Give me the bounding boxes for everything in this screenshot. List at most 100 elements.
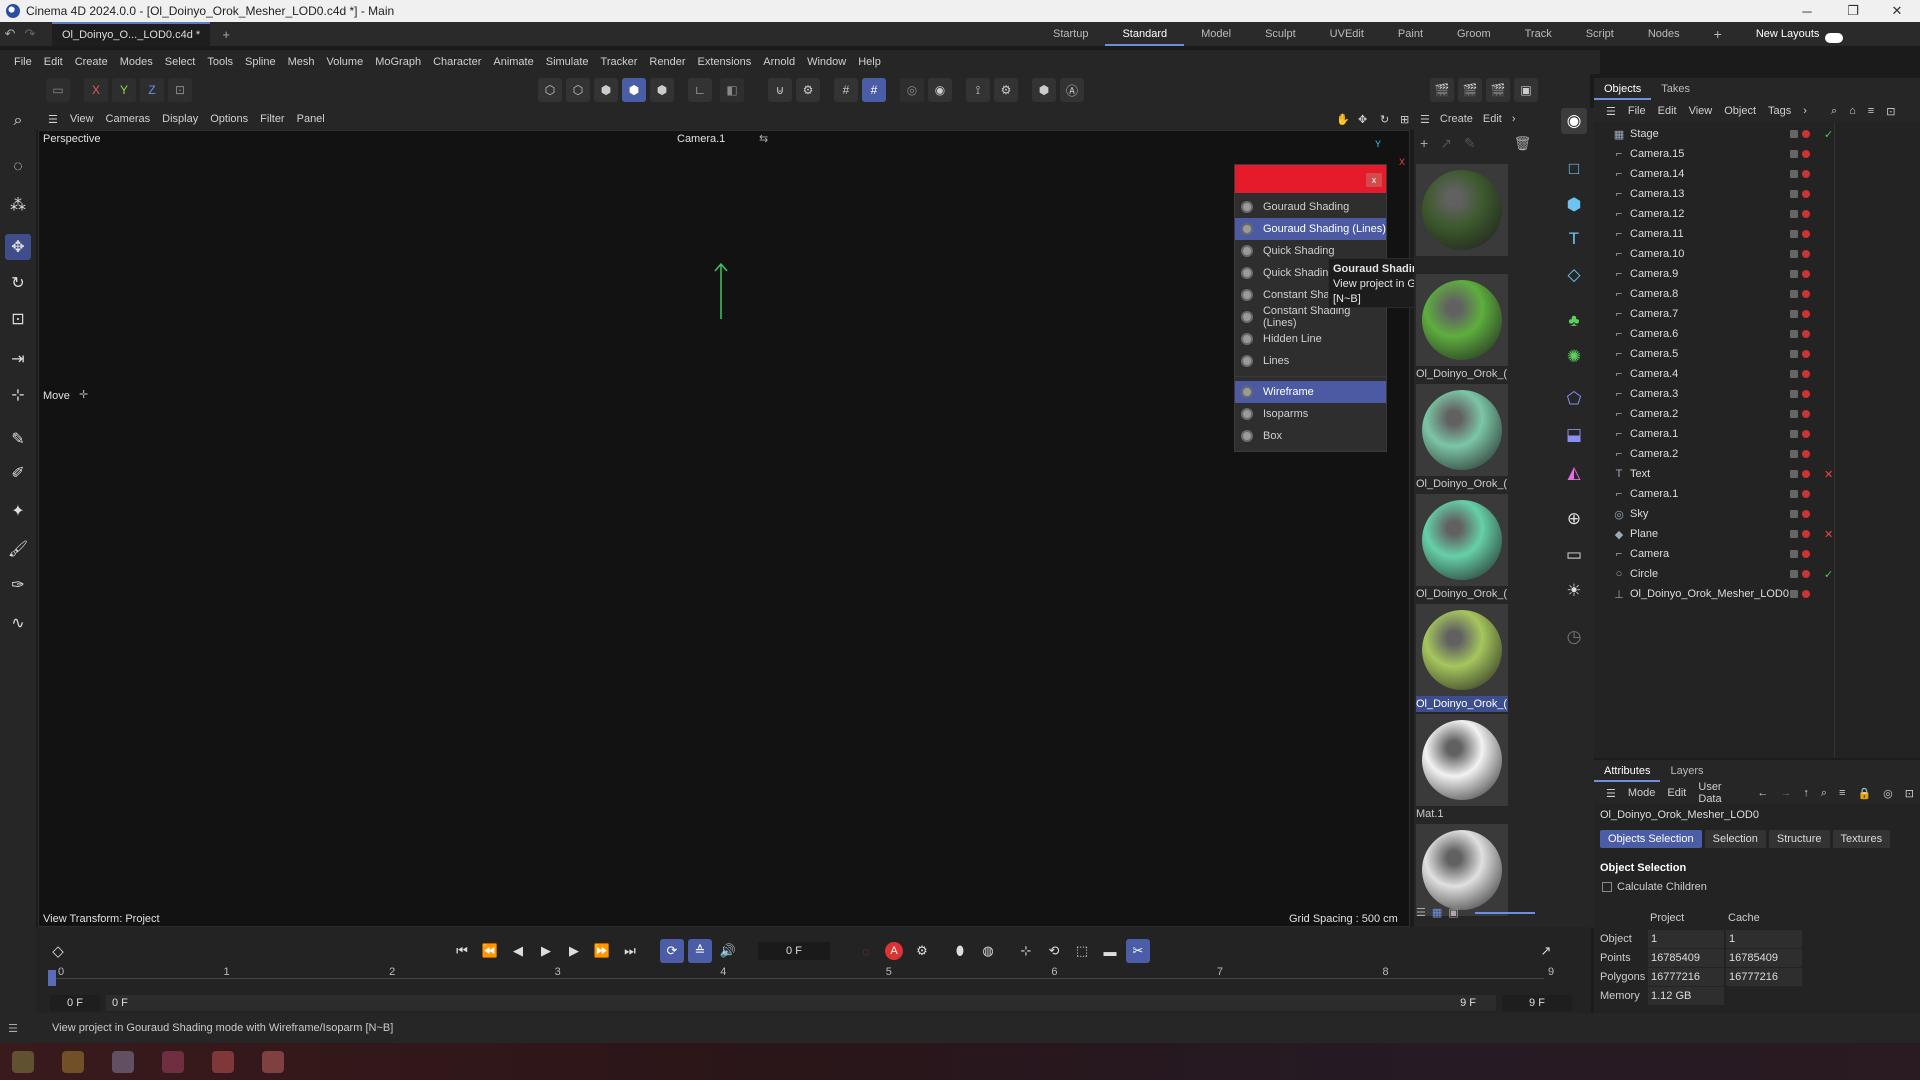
polygon-pen-icon[interactable]: ✦ [5, 498, 31, 524]
current-frame-field[interactable]: 0 F [758, 942, 830, 960]
taskbar-app-icon[interactable] [62, 1051, 84, 1073]
object-visibility-flags[interactable] [1790, 450, 1810, 458]
render-view-icon[interactable]: ◉ [928, 78, 952, 102]
edit-flag-icon[interactable] [1790, 230, 1798, 238]
workplane-grid-icon[interactable]: # [862, 78, 886, 102]
material-menu-more-icon[interactable]: › [1512, 113, 1516, 125]
object-menu-edit[interactable]: Edit [1652, 105, 1683, 117]
render-dot-icon[interactable] [1802, 270, 1810, 278]
volume-icon[interactable]: ◭ [1561, 460, 1587, 486]
shading-item[interactable]: Isoparms [1235, 403, 1386, 425]
back-arrow-icon[interactable]: ← [1751, 787, 1774, 799]
add-tab-button[interactable]: + [216, 27, 236, 42]
shading-item[interactable]: Gouraud Shading (Lines) [1235, 218, 1386, 240]
object-mode-icon[interactable]: ▭ [46, 78, 70, 102]
environment-icon[interactable]: ⊕ [1561, 506, 1587, 532]
key-scale-icon[interactable]: ⊹ [1014, 939, 1038, 963]
object-visibility-flags[interactable] [1790, 210, 1810, 218]
layout-tab-uvedit[interactable]: UVEdit [1313, 22, 1381, 46]
keyframe-diamond-icon[interactable]: ◇ [46, 939, 70, 963]
object-menu-view[interactable]: View [1683, 105, 1719, 117]
object-row[interactable]: ⌐ Camera.11 [1594, 224, 1920, 244]
preview-range-bar[interactable]: 0 F 9 F [106, 995, 1496, 1011]
coordinate-system-icon[interactable]: ⊡ [168, 78, 192, 102]
render-dot-icon[interactable] [1802, 130, 1810, 138]
object-enabled-icon[interactable]: ✓ [1824, 128, 1833, 141]
render-dot-icon[interactable] [1802, 290, 1810, 298]
render-dot-icon[interactable] [1802, 310, 1810, 318]
close-button[interactable]: ✕ [1874, 0, 1920, 22]
render-dot-icon[interactable] [1802, 510, 1810, 518]
material-swatch[interactable]: Ol_Doinyo_Orok_( [1416, 604, 1508, 712]
menu-volume[interactable]: Volume [321, 56, 370, 68]
object-visibility-flags[interactable] [1790, 290, 1810, 298]
object-row[interactable]: ⌐ Camera.3 [1594, 384, 1920, 404]
object-visibility-flags[interactable] [1790, 410, 1810, 418]
attribute-menu-icon[interactable]: ☰ [1600, 787, 1622, 800]
object-row[interactable]: ⌐ Camera.1 [1594, 424, 1920, 444]
playhead[interactable] [48, 970, 56, 986]
object-row[interactable]: ◆ Plane ✕ [1594, 524, 1920, 544]
attribute-menu-user-data[interactable]: User Data [1692, 781, 1743, 805]
edit-flag-icon[interactable] [1790, 210, 1798, 218]
edit-flag-icon[interactable] [1790, 410, 1798, 418]
tab-objects[interactable]: Objects [1594, 78, 1652, 100]
perspective-viewport[interactable]: Perspective Camera.1 ⇆ Move ✛ Y X View T… [38, 130, 1410, 927]
material-menu-edit[interactable]: Edit [1483, 113, 1502, 125]
edit-flag-icon[interactable] [1790, 570, 1798, 578]
material-swatch[interactable]: Ol_Doinyo_Orok_( [1416, 384, 1508, 492]
thumbnail-size-slider[interactable] [1474, 912, 1535, 914]
menu-select[interactable]: Select [159, 56, 202, 68]
render-dot-icon[interactable] [1802, 530, 1810, 538]
object-visibility-flags[interactable] [1790, 590, 1810, 598]
camera-link-icon[interactable]: ⇆ [759, 132, 768, 145]
spline-draw-icon[interactable]: ✐ [5, 460, 31, 486]
grid-view-icon[interactable]: ▦ [1432, 906, 1442, 919]
object-visibility-flags[interactable] [1790, 430, 1810, 438]
new-layouts-label[interactable]: New Layouts [1739, 22, 1826, 46]
objects-selection-button[interactable]: Objects Selection [1600, 830, 1702, 848]
object-search-icon[interactable]: ⌕ [1825, 105, 1843, 118]
edit-flag-icon[interactable] [1790, 390, 1798, 398]
menu-mesh[interactable]: Mesh [282, 56, 321, 68]
menu-extensions[interactable]: Extensions [691, 56, 757, 68]
large-view-icon[interactable]: ▣ [1448, 906, 1458, 919]
z-axis-lock[interactable]: Z [140, 78, 164, 102]
selection-button[interactable]: Selection [1704, 830, 1766, 848]
material-swatch[interactable]: Ol_Doinyo_Orok_( [1416, 274, 1508, 382]
timeline-ruler[interactable]: 0 1 2 3 4 5 6 7 8 9 [44, 966, 1554, 988]
object-enabled-icon[interactable]: ✕ [1824, 468, 1833, 481]
next-frame-icon[interactable]: ▶ [562, 939, 586, 963]
edges-mode-icon[interactable]: ⬡ [566, 78, 590, 102]
render-dot-icon[interactable] [1802, 230, 1810, 238]
object-visibility-flags[interactable] [1790, 250, 1810, 258]
settings-gear-icon[interactable]: ⚙ [994, 78, 1018, 102]
previous-frame-icon[interactable]: ◀ [506, 939, 530, 963]
viewport-menu-cameras[interactable]: Cameras [100, 113, 157, 125]
object-menu-file[interactable]: File [1622, 105, 1652, 117]
object-menu-more-icon[interactable]: › [1797, 105, 1813, 117]
search-icon[interactable]: ⌕ [5, 108, 31, 134]
new-material-icon[interactable]: + [1420, 135, 1428, 151]
knife-tool-icon[interactable]: ✑ [5, 572, 31, 598]
object-visibility-flags[interactable] [1790, 130, 1810, 138]
key-interp-icon[interactable]: ▬ [1098, 939, 1122, 963]
structure-button[interactable]: Structure [1768, 830, 1830, 848]
object-visibility-flags[interactable] [1790, 150, 1810, 158]
sound-icon[interactable]: 🔊 [716, 939, 740, 963]
mograph-cloner-icon[interactable]: ♣ [1561, 308, 1587, 334]
polygons-mode-icon[interactable]: ⬢ [594, 78, 618, 102]
edit-flag-icon[interactable] [1790, 450, 1798, 458]
object-visibility-flags[interactable] [1790, 230, 1810, 238]
object-enabled-icon[interactable]: ✓ [1824, 568, 1833, 581]
picture-viewer-icon[interactable]: ▣ [1514, 78, 1538, 102]
previous-key-icon[interactable]: ⏪ [478, 939, 502, 963]
arnold-icon[interactable]: Ⓐ [1060, 78, 1084, 102]
shading-item[interactable]: Lines [1235, 350, 1386, 372]
object-menu-tags[interactable]: Tags [1762, 105, 1797, 117]
magnet-tool-icon[interactable]: ∿ [5, 610, 31, 636]
object-row[interactable]: ⌐ Camera.2 [1594, 404, 1920, 424]
tab-attributes[interactable]: Attributes [1594, 760, 1661, 782]
menu-create[interactable]: Create [69, 56, 114, 68]
object-menu-icon[interactable]: ☰ [1600, 105, 1622, 118]
